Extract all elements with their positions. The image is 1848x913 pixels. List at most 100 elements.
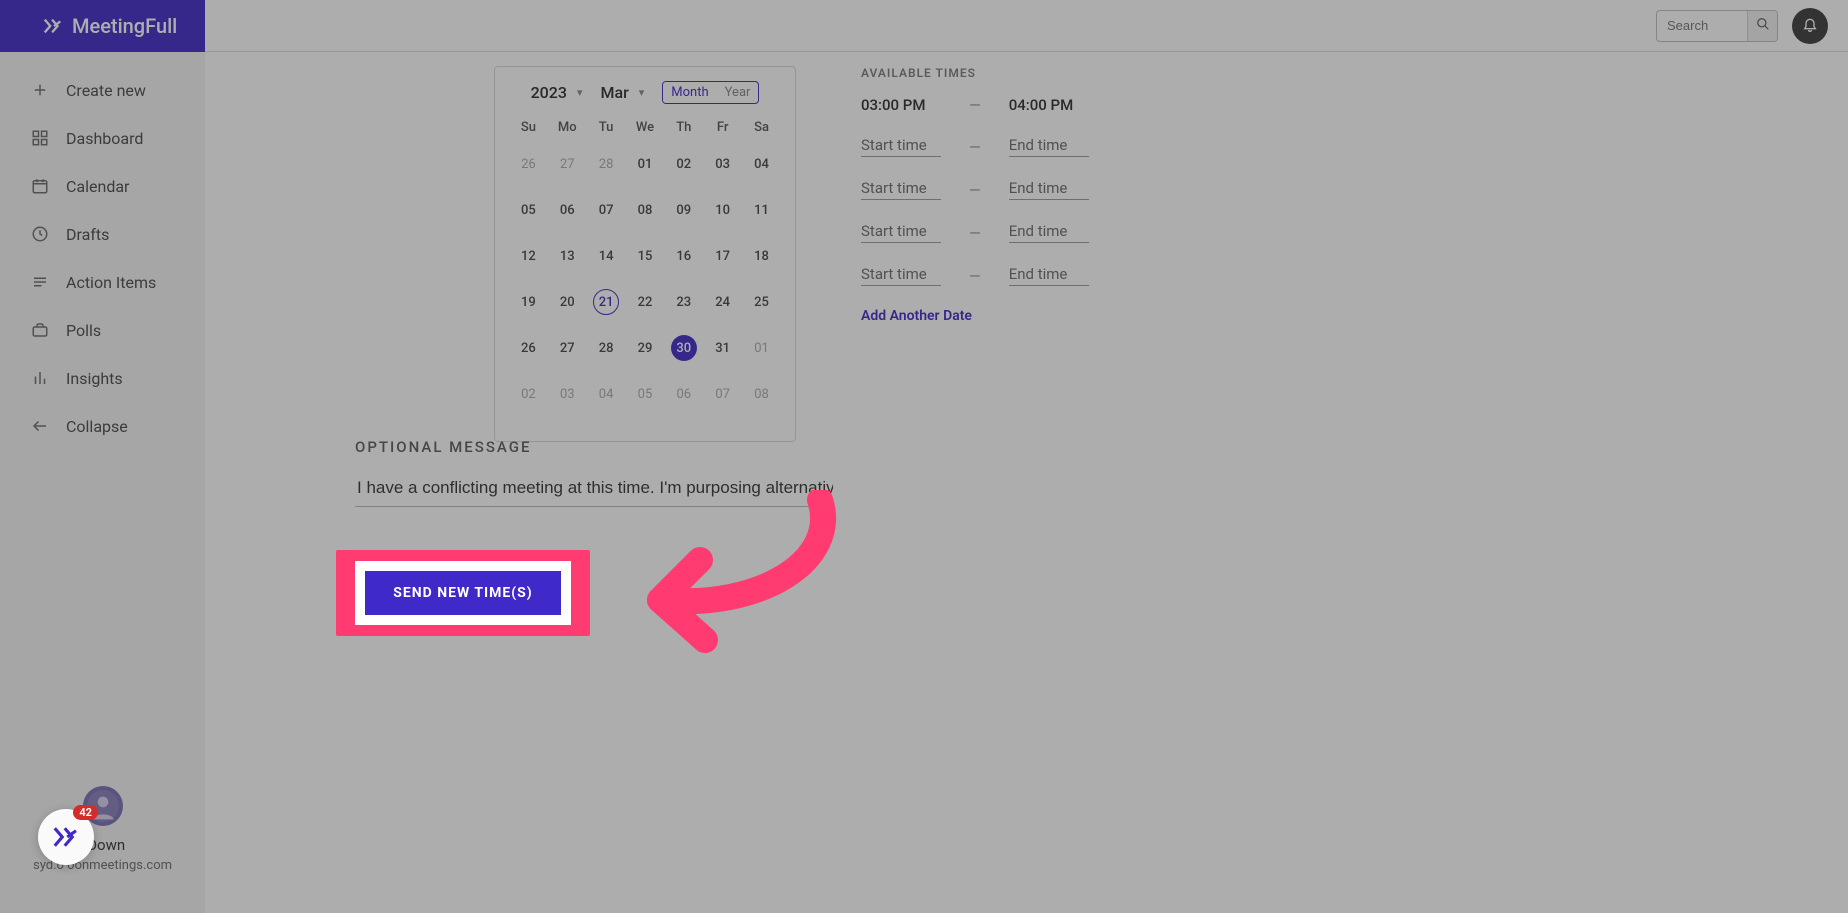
calendar-day[interactable]: 03: [548, 371, 587, 417]
calendar-day[interactable]: 13: [548, 233, 587, 279]
sidebar-item-dashboard[interactable]: Dashboard: [0, 114, 205, 162]
calendar-day[interactable]: 27: [548, 325, 587, 371]
calendar-day[interactable]: 21: [587, 279, 626, 325]
calendar-day[interactable]: 04: [742, 141, 781, 187]
sidebar: Create new DashboardCalendar Drafts Action …: [0, 52, 205, 913]
sidebar-item-polls[interactable]: Polls: [0, 306, 205, 354]
search-box: [1656, 10, 1778, 42]
calendar-day[interactable]: 30: [664, 325, 703, 371]
calendar-day[interactable]: 26: [509, 141, 548, 187]
start-time[interactable]: Start time: [861, 265, 941, 286]
time-row: 03:00 PM—04:00 PM: [861, 96, 1181, 114]
end-time[interactable]: 04:00 PM: [1009, 96, 1089, 114]
calendar-dow: Tu: [587, 114, 626, 141]
search-button[interactable]: [1747, 10, 1777, 42]
calendar-day[interactable]: 28: [587, 325, 626, 371]
calendar-day[interactable]: 05: [626, 371, 665, 417]
start-time[interactable]: Start time: [861, 136, 941, 157]
calendar-day[interactable]: 23: [664, 279, 703, 325]
calendar-day[interactable]: 18: [742, 233, 781, 279]
calendar-day[interactable]: 27: [548, 141, 587, 187]
calendar-day[interactable]: 08: [626, 187, 665, 233]
available-heading: AVAILABLE TIMES: [861, 66, 1181, 80]
calendar-day[interactable]: 08: [742, 371, 781, 417]
floating-app-badge[interactable]: 42: [38, 809, 94, 865]
list-icon: [30, 272, 50, 292]
calendar-day[interactable]: 25: [742, 279, 781, 325]
calendar-day[interactable]: 26: [509, 325, 548, 371]
calendar-day[interactable]: 07: [703, 371, 742, 417]
sidebar-item-label: Insights: [66, 369, 123, 388]
calendar-day[interactable]: 20: [548, 279, 587, 325]
sidebar-item-calendar[interactable]: Calendar: [0, 162, 205, 210]
sidebar-item-label: Create new: [66, 81, 146, 100]
end-time[interactable]: End time: [1009, 179, 1089, 200]
calendar-day[interactable]: 06: [664, 371, 703, 417]
clock-icon: [30, 224, 50, 244]
sidebar-user: l Down syd.o oonmeetings.com: [0, 786, 205, 873]
optional-message-section: OPTIONAL MESSAGE: [355, 438, 845, 507]
sidebar-item-insights[interactable]: Insights: [0, 354, 205, 402]
brand-name: MeetingFull: [72, 14, 177, 38]
calendar-day[interactable]: 05: [509, 187, 548, 233]
calendar-day[interactable]: 22: [626, 279, 665, 325]
sidebar-item-collapse[interactable]: Collapse: [0, 402, 205, 450]
calendar-day[interactable]: 11: [742, 187, 781, 233]
sidebar-item-action-items[interactable]: Action Items: [0, 258, 205, 306]
available-times: AVAILABLE TIMES 03:00 PM—04:00 PMStart t…: [861, 66, 1181, 324]
end-time[interactable]: End time: [1009, 265, 1089, 286]
calendar-day[interactable]: 02: [664, 141, 703, 187]
search-input[interactable]: [1657, 18, 1747, 33]
time-row: Start time—End time: [861, 179, 1181, 200]
year-selector[interactable]: 2023 ▾: [531, 83, 583, 102]
brand[interactable]: MeetingFull: [0, 0, 205, 52]
send-new-times-button[interactable]: SEND NEW TIME(S): [365, 571, 560, 615]
calendar-day[interactable]: 29: [626, 325, 665, 371]
calendar-day[interactable]: 09: [664, 187, 703, 233]
calendar: 2023 ▾ Mar ▾ Month Year SuMoTuWeThFrSa 2…: [494, 66, 796, 442]
sidebar-item-label: Drafts: [66, 225, 109, 244]
calendar-day[interactable]: 16: [664, 233, 703, 279]
bars-icon: [30, 368, 50, 388]
view-month[interactable]: Month: [663, 82, 716, 103]
end-time[interactable]: End time: [1009, 222, 1089, 243]
calendar-day[interactable]: 17: [703, 233, 742, 279]
start-time[interactable]: 03:00 PM: [861, 96, 941, 114]
calendar-dow: We: [626, 114, 665, 141]
calendar-day[interactable]: 01: [742, 325, 781, 371]
sidebar-item-label: Action Items: [66, 273, 156, 292]
calendar-day[interactable]: 07: [587, 187, 626, 233]
calendar-day[interactable]: 12: [509, 233, 548, 279]
calendar-day[interactable]: 19: [509, 279, 548, 325]
view-year[interactable]: Year: [717, 82, 759, 103]
calendar-day[interactable]: 02: [509, 371, 548, 417]
calendar-day[interactable]: 03: [703, 141, 742, 187]
calendar-day[interactable]: 01: [626, 141, 665, 187]
time-row: Start time—End time: [861, 136, 1181, 157]
calendar-day[interactable]: 04: [587, 371, 626, 417]
notifications-button[interactable]: [1792, 8, 1828, 44]
calendar-icon: [30, 176, 50, 196]
calendar-day[interactable]: 10: [703, 187, 742, 233]
month-selector[interactable]: Mar ▾: [600, 83, 644, 102]
calendar-day[interactable]: 15: [626, 233, 665, 279]
dash-icon: —: [969, 224, 981, 242]
sidebar-item-create-new[interactable]: Create new: [0, 66, 205, 114]
calendar-day[interactable]: 14: [587, 233, 626, 279]
sidebar-item-label: Polls: [66, 321, 101, 340]
sidebar-item-drafts[interactable]: Drafts: [0, 210, 205, 258]
start-time[interactable]: Start time: [861, 222, 941, 243]
brand-logo-icon: [51, 822, 81, 852]
calendar-day[interactable]: 28: [587, 141, 626, 187]
grid-icon: [30, 128, 50, 148]
add-another-date[interactable]: Add Another Date: [861, 308, 1181, 324]
optional-message-input[interactable]: [355, 474, 835, 507]
search-icon: [1756, 17, 1770, 35]
year-value: 2023: [531, 83, 567, 102]
calendar-day[interactable]: 06: [548, 187, 587, 233]
start-time[interactable]: Start time: [861, 179, 941, 200]
calendar-day[interactable]: 31: [703, 325, 742, 371]
end-time[interactable]: End time: [1009, 136, 1089, 157]
calendar-day[interactable]: 24: [703, 279, 742, 325]
arrow-left-icon: [30, 416, 50, 436]
